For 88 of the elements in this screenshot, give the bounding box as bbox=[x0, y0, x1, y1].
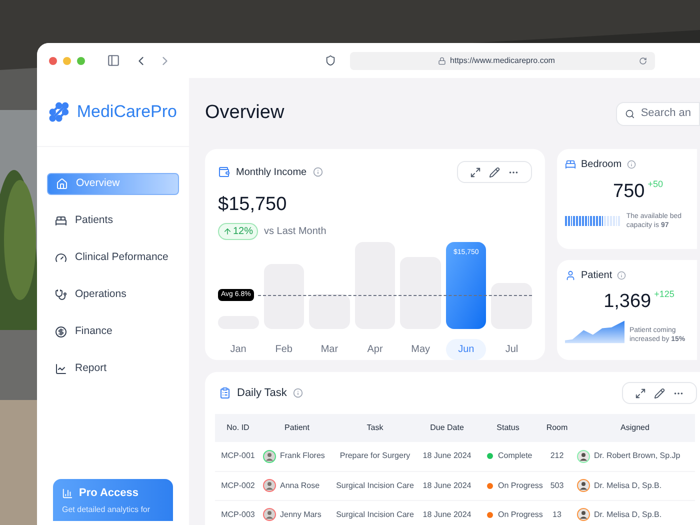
table-cell: MCP-001 bbox=[215, 442, 261, 471]
avatar-icon bbox=[577, 479, 590, 492]
nav-item[interactable]: Report bbox=[47, 358, 179, 380]
page-title: Overview bbox=[205, 101, 284, 126]
person-icon bbox=[565, 270, 576, 281]
card-title: Daily Task bbox=[237, 386, 287, 401]
month-label[interactable]: Jul bbox=[491, 339, 532, 360]
logo-text: MediCarePro bbox=[76, 101, 177, 124]
bedroom-count: 750 bbox=[613, 180, 645, 204]
table-cell: Dr. Robert Brown, Sp.Jp bbox=[575, 442, 695, 471]
logo-icon bbox=[49, 101, 69, 123]
table-cell: Anna Rose bbox=[261, 471, 333, 500]
address-bar[interactable]: https://www.medicarepro.com bbox=[350, 52, 655, 70]
edit-icon[interactable] bbox=[489, 166, 500, 178]
change-badge: 12% bbox=[218, 222, 258, 240]
card-title: Patient bbox=[581, 269, 612, 283]
edit-icon[interactable] bbox=[654, 388, 665, 398]
column-header[interactable]: Patient bbox=[261, 414, 333, 442]
sidebar-toggle-icon[interactable] bbox=[107, 54, 120, 67]
column-header[interactable]: Due Date bbox=[417, 414, 477, 442]
table-cell: 18 June 2024 bbox=[417, 471, 477, 500]
expand-icon[interactable] bbox=[470, 166, 481, 178]
bed-icon bbox=[55, 215, 67, 227]
avatar-icon bbox=[263, 450, 276, 463]
gauge-icon bbox=[55, 252, 67, 264]
column-header[interactable]: No. ID bbox=[215, 414, 261, 442]
promo-title: Pro Access bbox=[79, 486, 139, 501]
column-header[interactable]: Status bbox=[477, 414, 539, 442]
table-cell: Frank Flores bbox=[261, 442, 333, 471]
month-label[interactable]: Apr bbox=[354, 339, 396, 360]
clipboard-icon bbox=[219, 387, 231, 399]
url-text: https://www.medicarepro.com bbox=[450, 54, 555, 66]
search-placeholder: Search an bbox=[640, 106, 691, 122]
avatar-icon bbox=[577, 508, 590, 521]
info-icon[interactable] bbox=[292, 388, 303, 398]
bed-icon bbox=[565, 159, 576, 170]
table-cell: 18 June 2024 bbox=[417, 500, 477, 525]
bedroom-delta: +50 bbox=[648, 178, 663, 191]
info-icon[interactable] bbox=[626, 160, 636, 169]
table-cell: Dr. Melisa D, Sp.B. bbox=[575, 471, 695, 500]
table-cell: Dr. Melisa D, Sp.B. bbox=[575, 500, 695, 525]
shield-icon[interactable] bbox=[325, 55, 336, 66]
up-arrow-icon bbox=[223, 226, 232, 236]
search-icon bbox=[625, 108, 635, 120]
table-cell: Complete bbox=[477, 442, 539, 471]
patient-count: 1,369 bbox=[604, 290, 652, 314]
table-cell: MCP-003 bbox=[215, 500, 261, 525]
nav-item[interactable]: Clinical Peformance bbox=[47, 247, 179, 269]
area-sparkline bbox=[565, 318, 624, 344]
month-label[interactable]: Mar bbox=[309, 339, 350, 360]
column-header[interactable]: Task bbox=[333, 414, 417, 442]
table-cell: Surgical Incision Care bbox=[333, 471, 417, 500]
avatar-icon bbox=[263, 479, 276, 492]
info-icon[interactable] bbox=[617, 271, 626, 280]
wallet-icon bbox=[218, 166, 230, 178]
close-icon[interactable] bbox=[49, 56, 57, 64]
table-cell: 18 June 2024 bbox=[417, 442, 477, 471]
card-title: Monthly Income bbox=[236, 166, 307, 180]
table-cell: Surgical Incision Care bbox=[333, 500, 417, 525]
patient-delta: +125 bbox=[654, 288, 674, 301]
column-header[interactable]: Room bbox=[539, 414, 575, 442]
card-title: Bedroom bbox=[581, 158, 622, 172]
info-icon[interactable] bbox=[312, 167, 323, 177]
table-cell: 212 bbox=[539, 442, 575, 471]
table-cell: Prepare for Surgery bbox=[333, 442, 417, 471]
nav-item[interactable]: Operations bbox=[47, 284, 179, 306]
analytics-icon bbox=[62, 488, 73, 499]
lock-icon bbox=[438, 56, 446, 64]
home-icon bbox=[56, 178, 68, 190]
month-label[interactable]: Feb bbox=[264, 339, 304, 360]
table-cell: MCP-002 bbox=[215, 471, 261, 500]
column-header[interactable]: Asigned bbox=[575, 414, 695, 442]
table-cell: Jenny Mars bbox=[261, 500, 333, 525]
stethoscope-icon bbox=[55, 289, 67, 301]
reload-icon[interactable] bbox=[639, 56, 647, 64]
comparison-text: vs Last Month bbox=[264, 224, 326, 238]
nav-item[interactable]: Finance bbox=[47, 321, 179, 343]
avatar-icon bbox=[263, 508, 276, 521]
promo-text: Get detailed analytics for bbox=[62, 504, 152, 516]
coin-icon bbox=[55, 326, 67, 338]
avatar-icon bbox=[577, 450, 590, 463]
month-label[interactable]: May bbox=[400, 339, 441, 360]
month-label[interactable]: Jan bbox=[218, 339, 259, 360]
line-chart-icon bbox=[55, 363, 67, 375]
expand-icon[interactable] bbox=[635, 388, 646, 398]
nav-item[interactable]: Patients bbox=[47, 210, 179, 232]
search-field[interactable]: Search an bbox=[616, 102, 700, 126]
income-amount: $15,750 bbox=[218, 193, 288, 217]
